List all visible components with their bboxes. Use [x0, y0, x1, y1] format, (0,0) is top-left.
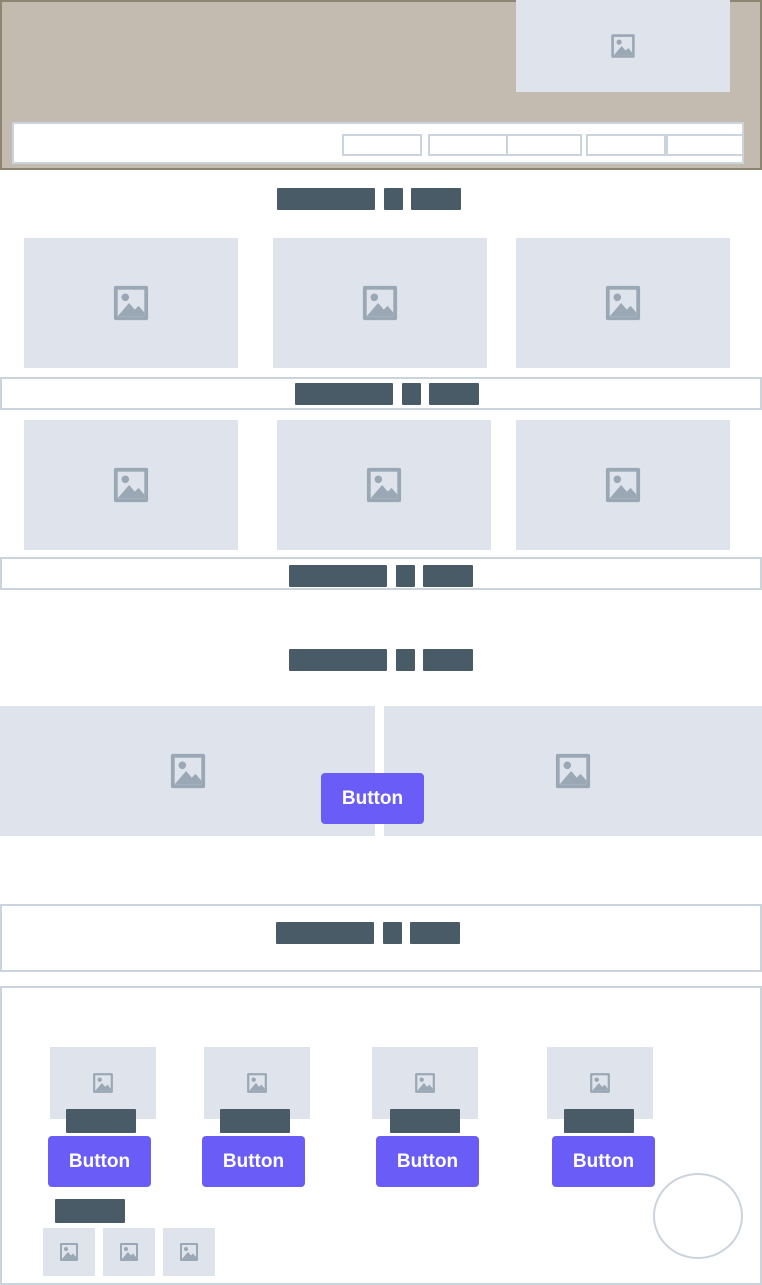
caption-bar [383, 922, 402, 944]
heading-bar [411, 188, 461, 210]
product-grid: Button Button Button Button [0, 986, 762, 1285]
image-placeholder-icon [92, 1072, 114, 1094]
image-placeholder [273, 238, 487, 368]
card-button-1[interactable]: Button [48, 1136, 151, 1187]
caption-bar [423, 565, 473, 587]
card-button-4[interactable]: Button [552, 1136, 655, 1187]
caption-bar [295, 383, 393, 405]
caption-bar [402, 383, 421, 405]
card-title-bar [564, 1109, 634, 1133]
nav-item-1[interactable] [342, 134, 422, 156]
caption-strip [0, 904, 762, 972]
small-title-bar [55, 1199, 125, 1223]
nav-item-2[interactable] [428, 134, 508, 156]
card-title-bar [66, 1109, 136, 1133]
image-placeholder [24, 238, 238, 368]
hero-image-right [384, 706, 762, 836]
hero-image-left [0, 706, 375, 836]
heading-bar [423, 649, 473, 671]
image-placeholder [277, 420, 491, 550]
caption-strip [0, 557, 762, 590]
image-placeholder-icon [361, 284, 399, 322]
image-placeholder-icon [112, 284, 150, 322]
hero-cta-button[interactable]: Button [321, 773, 424, 824]
heading-bar [289, 649, 387, 671]
image-placeholder-icon [59, 1242, 79, 1262]
caption-bar [289, 565, 387, 587]
caption-bar [396, 565, 415, 587]
image-placeholder-icon [589, 1072, 611, 1094]
image-placeholder-icon [246, 1072, 268, 1094]
card-title-bar [220, 1109, 290, 1133]
nav-item-4[interactable] [586, 134, 666, 156]
card-title-bar [390, 1109, 460, 1133]
nav-item-3[interactable] [506, 134, 582, 156]
caption-strip [0, 377, 762, 410]
caption-bar [429, 383, 479, 405]
image-placeholder-icon [365, 466, 403, 504]
caption-bar [276, 922, 374, 944]
image-placeholder [516, 238, 730, 368]
thumbnail[interactable] [103, 1228, 155, 1276]
image-placeholder-icon [610, 33, 636, 59]
header [0, 0, 762, 170]
header-image [516, 0, 730, 92]
image-placeholder-icon [554, 752, 592, 790]
card-button-2[interactable]: Button [202, 1136, 305, 1187]
thumbnail[interactable] [43, 1228, 95, 1276]
heading-bar [396, 649, 415, 671]
heading-bar [384, 188, 403, 210]
image-placeholder [24, 420, 238, 550]
image-placeholder-icon [179, 1242, 199, 1262]
image-placeholder-icon [169, 752, 207, 790]
heading-bar [277, 188, 375, 210]
image-placeholder-icon [414, 1072, 436, 1094]
caption-bar [410, 922, 460, 944]
image-placeholder-icon [604, 284, 642, 322]
nav-item-5[interactable] [666, 134, 744, 156]
image-placeholder [516, 420, 730, 550]
floating-action-circle[interactable] [653, 1173, 743, 1259]
thumbnail[interactable] [163, 1228, 215, 1276]
card-button-3[interactable]: Button [376, 1136, 479, 1187]
image-placeholder-icon [112, 466, 150, 504]
nav-bar [12, 122, 744, 164]
image-placeholder-icon [604, 466, 642, 504]
image-placeholder-icon [119, 1242, 139, 1262]
